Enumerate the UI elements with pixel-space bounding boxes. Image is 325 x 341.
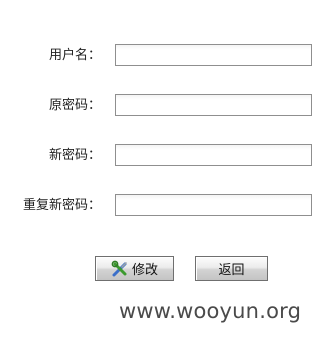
new-password-label: 新密码：	[48, 148, 101, 163]
new-password-input[interactable]	[115, 144, 312, 166]
modify-button[interactable]: 修改	[95, 256, 174, 281]
back-button-label: 返回	[218, 263, 245, 278]
change-password-page: 用户名： 原密码： 新密码： 重复新密码： 修改 返回 www.wooyun.o…	[0, 0, 325, 341]
repeat-password-input[interactable]	[115, 194, 312, 216]
old-password-row: 原密码：	[0, 94, 325, 118]
username-input[interactable]	[115, 44, 312, 66]
repeat-password-label: 重复新密码：	[22, 198, 101, 213]
new-password-row: 新密码：	[0, 144, 325, 168]
repeat-password-row: 重复新密码：	[0, 194, 325, 218]
watermark: www.wooyun.org	[119, 299, 302, 323]
old-password-input[interactable]	[115, 94, 312, 116]
username-row: 用户名：	[0, 44, 325, 68]
username-label: 用户名：	[48, 48, 101, 63]
back-button[interactable]: 返回	[195, 256, 268, 281]
modify-button-label: 修改	[131, 263, 158, 278]
tools-icon	[111, 260, 129, 278]
old-password-label: 原密码：	[48, 98, 101, 113]
